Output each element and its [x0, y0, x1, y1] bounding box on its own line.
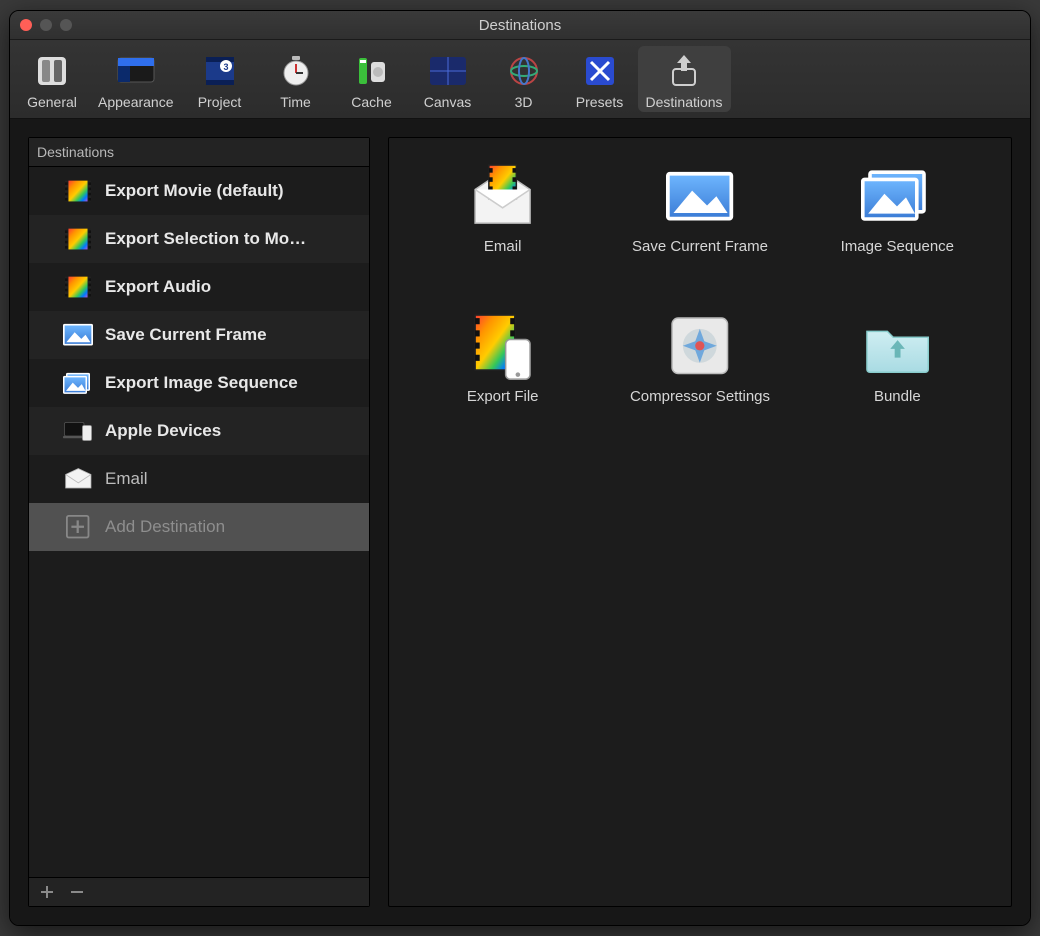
tab-presets[interactable]: Presets [562, 46, 638, 112]
destination-template-label: Compressor Settings [630, 388, 770, 405]
sidebar-item[interactable]: Email [29, 455, 369, 503]
tab-label: Canvas [424, 94, 471, 110]
project-icon: 3 [199, 50, 241, 92]
tab-time[interactable]: Time [258, 46, 334, 112]
envelope-icon [63, 467, 93, 491]
svg-text:3: 3 [223, 62, 228, 72]
film-phone-icon [467, 314, 539, 378]
sidebar-item[interactable]: Apple Devices [29, 407, 369, 455]
sidebar-item[interactable]: Export Image Sequence [29, 359, 369, 407]
titlebar[interactable]: Destinations [10, 11, 1030, 40]
destination-template-label: Email [484, 238, 522, 255]
sidebar-item-label: Export Image Sequence [105, 373, 298, 393]
canvas-icon [427, 50, 469, 92]
destinations-sidebar: Destinations Export Movie (default)Expor… [28, 137, 370, 907]
tab-label: Time [280, 94, 311, 110]
sidebar-item-label: Export Movie (default) [105, 181, 284, 201]
destinations-icon [663, 50, 705, 92]
preferences-window: Destinations General Appearance 3 Projec… [9, 10, 1031, 926]
destination-templates-grid: Email Save Current Frame Image Sequence Exp… [388, 137, 1012, 907]
window-title: Destinations [10, 17, 1030, 34]
tab-appearance[interactable]: Appearance [90, 46, 182, 112]
tab-label: 3D [515, 94, 533, 110]
destination-template-label: Image Sequence [841, 238, 954, 255]
presets-icon [579, 50, 621, 92]
film-icon [63, 227, 93, 251]
sidebar-item-label: Email [105, 469, 148, 489]
sidebar-item-add-destination[interactable]: Add Destination [29, 503, 369, 551]
destination-template[interactable]: Bundle [804, 308, 991, 448]
destination-template-label: Save Current Frame [632, 238, 768, 255]
cache-icon [351, 50, 393, 92]
photo-icon [63, 323, 93, 347]
tab-label: Destinations [646, 94, 723, 110]
remove-destination-button[interactable] [69, 884, 85, 900]
plus-box-icon [63, 515, 93, 539]
sidebar-footer [29, 877, 369, 906]
add-destination-button[interactable] [39, 884, 55, 900]
tab-destinations[interactable]: Destinations [638, 46, 731, 112]
film-icon [63, 275, 93, 299]
photo-icon [664, 164, 736, 228]
film-icon [63, 179, 93, 203]
destination-template-label: Export File [467, 388, 539, 405]
sidebar-item[interactable]: Export Movie (default) [29, 167, 369, 215]
sidebar-item-label: Apple Devices [105, 421, 221, 441]
destination-template[interactable]: Email [409, 158, 596, 298]
3d-icon [503, 50, 545, 92]
envelope-film-icon [467, 164, 539, 228]
tab-canvas[interactable]: Canvas [410, 46, 486, 112]
destinations-list[interactable]: Export Movie (default) Export Selection t… [29, 167, 369, 877]
photo-stack-icon [861, 164, 933, 228]
devices-icon [63, 419, 93, 443]
sidebar-header: Destinations [29, 138, 369, 167]
destination-template[interactable]: Export File [409, 308, 596, 448]
destination-template[interactable]: Image Sequence [804, 158, 991, 298]
sidebar-item-label: Export Audio [105, 277, 211, 297]
content-area: Destinations Export Movie (default)Expor… [10, 119, 1030, 925]
tab-cache[interactable]: Cache [334, 46, 410, 112]
destination-template-label: Bundle [874, 388, 921, 405]
sidebar-item-label: Save Current Frame [105, 325, 267, 345]
destination-template[interactable]: Save Current Frame [606, 158, 793, 298]
folder-share-icon [861, 314, 933, 378]
sidebar-item[interactable]: Export Selection to Mo… [29, 215, 369, 263]
sidebar-item-label: Export Selection to Mo… [105, 229, 306, 249]
tab-project[interactable]: 3 Project [182, 46, 258, 112]
sidebar-item-label: Add Destination [105, 517, 225, 537]
tab-label: Cache [351, 94, 391, 110]
tab-general[interactable]: General [14, 46, 90, 112]
destination-template[interactable]: Compressor Settings [606, 308, 793, 448]
sidebar-item[interactable]: Export Audio [29, 263, 369, 311]
photo-stack-icon [63, 371, 93, 395]
compressor-icon [664, 314, 736, 378]
general-icon [31, 50, 73, 92]
tab-label: Presets [576, 94, 623, 110]
tab-3d[interactable]: 3D [486, 46, 562, 112]
sidebar-item[interactable]: Save Current Frame [29, 311, 369, 359]
appearance-icon [115, 50, 157, 92]
tab-label: Project [198, 94, 242, 110]
tab-label: General [27, 94, 77, 110]
time-icon [275, 50, 317, 92]
preferences-toolbar: General Appearance 3 Project Time Cache [10, 40, 1030, 119]
tab-label: Appearance [98, 94, 174, 110]
